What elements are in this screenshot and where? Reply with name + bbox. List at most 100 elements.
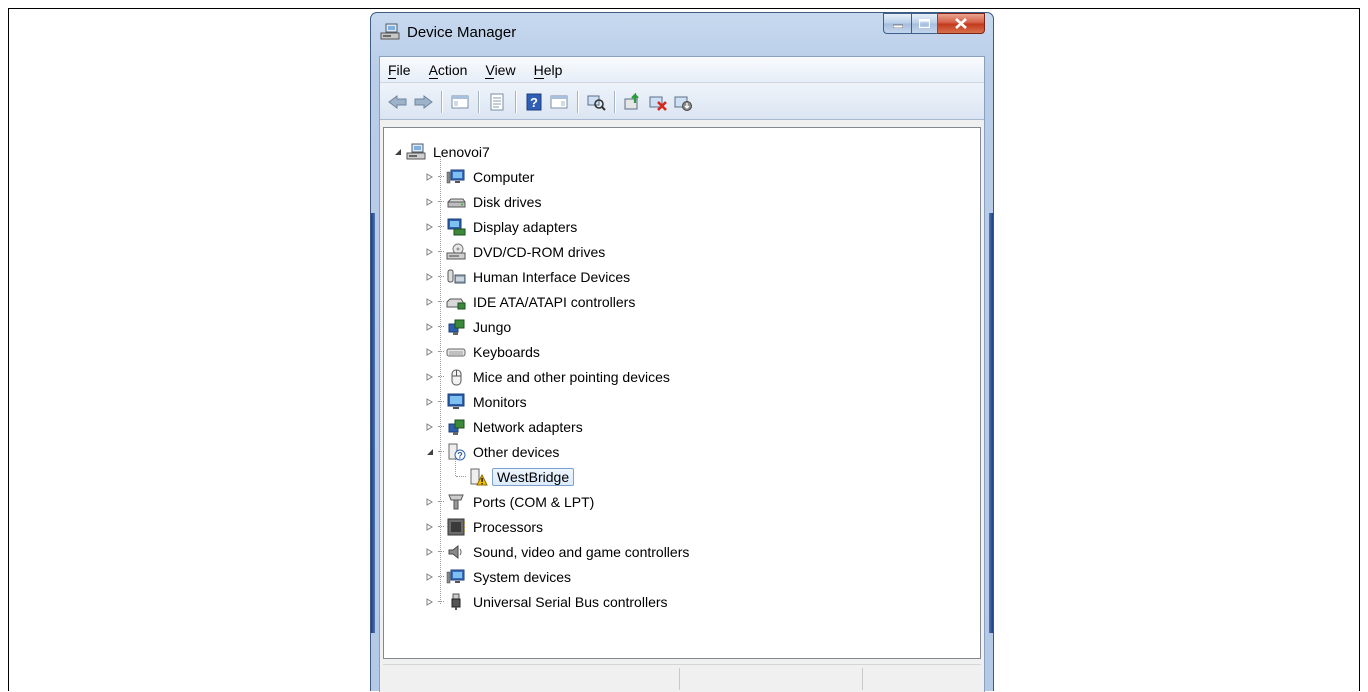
expand-icon[interactable] (424, 296, 436, 308)
expand-icon[interactable] (424, 271, 436, 283)
menu-help[interactable]: Help (533, 62, 562, 79)
back-button[interactable] (386, 90, 410, 114)
device-manager-window: Device Manager File Action View Help ? L… (370, 12, 994, 692)
update-driver-icon (624, 92, 639, 109)
tree-connector (438, 226, 444, 228)
menu-view[interactable]: View (485, 61, 516, 79)
uninstall-icon (649, 96, 667, 111)
tree-connector (438, 351, 444, 353)
tree-connector (438, 451, 444, 453)
collapse-icon[interactable] (424, 446, 436, 458)
tree-connector (438, 551, 444, 553)
ide-controller-icon (446, 293, 466, 311)
monitor-icon (446, 393, 466, 411)
tree-connector (438, 251, 444, 253)
tree-node-label: Ports (COM & LPT) (473, 494, 595, 510)
forward-button[interactable] (411, 90, 435, 114)
menu-file[interactable]: File (388, 62, 411, 79)
computer-root-icon (406, 143, 426, 161)
human-interface-device-icon (446, 268, 466, 286)
keyboard-icon (446, 343, 466, 361)
status-panel-3 (862, 668, 863, 690)
tree-connector (438, 501, 444, 503)
expand-icon[interactable] (424, 521, 436, 533)
toolbar-separator (441, 90, 443, 113)
port-icon (446, 493, 466, 511)
properties-button[interactable] (485, 90, 509, 114)
mouse-icon (446, 368, 466, 386)
tree-node-system-devices[interactable]: System devices (424, 566, 574, 588)
uninstall-button[interactable] (646, 90, 670, 114)
tree-node-label: System devices (473, 569, 572, 585)
expand-icon[interactable] (424, 171, 436, 183)
tree-connector (438, 526, 444, 528)
computer-icon (446, 168, 466, 186)
title-bar[interactable]: Device Manager (371, 13, 993, 55)
expand-icon[interactable] (424, 321, 436, 333)
unknown-device-icon: ? (446, 443, 466, 461)
tree-node-dvd-cd-rom-drives[interactable]: DVD/CD-ROM drives (424, 241, 608, 263)
window-border-right (989, 213, 993, 633)
tree-node-monitors[interactable]: Monitors (424, 391, 530, 413)
toolbar-separator (577, 90, 579, 113)
menu-action[interactable]: Action (428, 62, 467, 79)
toolbar-separator (478, 90, 480, 113)
expand-icon[interactable] (424, 421, 436, 433)
caption-buttons (883, 13, 985, 35)
tree-connector (456, 476, 466, 478)
help-button[interactable]: ? (522, 90, 546, 114)
back-icon (388, 94, 407, 109)
maximize-button[interactable] (911, 13, 938, 34)
expand-icon[interactable] (424, 546, 436, 558)
toolbar-separator (515, 90, 517, 113)
expand-icon[interactable] (424, 571, 436, 583)
scan-hardware-icon (587, 95, 606, 111)
toolbar: ? (380, 84, 984, 120)
expand-icon[interactable] (424, 496, 436, 508)
tree-node-label: IDE ATA/ATAPI controllers (473, 294, 636, 310)
expand-icon[interactable] (424, 346, 436, 358)
tree-node-sound-video[interactable]: Sound, video and game controllers (424, 541, 692, 563)
close-button[interactable] (938, 13, 985, 34)
tree-node-mice[interactable]: Mice and other pointing devices (424, 366, 673, 388)
menu-view-label: View (485, 61, 516, 78)
disable-button[interactable] (671, 90, 695, 114)
menu-bar: File Action View Help (380, 57, 984, 83)
tree-node-human-interface-devices[interactable]: Human Interface Devices (424, 266, 633, 288)
minimize-button[interactable] (883, 13, 911, 34)
show-hide-action-pane-button[interactable] (547, 90, 571, 114)
tree-node-jungo[interactable]: Jungo (424, 316, 514, 338)
warning-device-icon (468, 468, 488, 486)
tree-node-keyboards[interactable]: Keyboards (424, 341, 543, 363)
tree-node-computer[interactable]: Computer (424, 166, 537, 188)
expand-icon[interactable] (424, 246, 436, 258)
tree-node-display-adapters[interactable]: Display adapters (424, 216, 580, 238)
collapse-icon[interactable] (392, 146, 404, 158)
tree-node-network-adapters[interactable]: Network adapters (424, 416, 586, 438)
expand-icon[interactable] (424, 196, 436, 208)
tree-node-processors[interactable]: Processors (424, 516, 546, 538)
processor-icon (446, 518, 466, 536)
close-icon (955, 18, 967, 29)
scan-hardware-button[interactable] (584, 90, 608, 114)
tree-node-label: Processors (473, 519, 544, 535)
tree-node-label: Sound, video and game controllers (473, 544, 690, 560)
tree-node-ide-ata-atapi-controllers[interactable]: IDE ATA/ATAPI controllers (424, 291, 638, 313)
tree-node-usb-controllers[interactable]: Universal Serial Bus controllers (424, 591, 671, 613)
tree-root[interactable]: Lenovoi7 (392, 141, 493, 163)
expand-icon[interactable] (424, 371, 436, 383)
tree-node-label: Monitors (473, 394, 527, 410)
tree-node-other-devices[interactable]: ? Other devices (424, 441, 562, 463)
expand-icon[interactable] (424, 396, 436, 408)
tree-connector (438, 201, 444, 203)
disk-drive-icon (446, 193, 466, 211)
expand-icon[interactable] (424, 596, 436, 608)
show-hide-console-tree-button[interactable] (448, 90, 472, 114)
tree-node-westbridge[interactable]: WestBridge (456, 466, 575, 488)
expand-icon[interactable] (424, 221, 436, 233)
usb-icon (446, 593, 466, 611)
toolbar-separator (614, 90, 616, 113)
tree-node-disk-drives[interactable]: Disk drives (424, 191, 544, 213)
update-driver-button[interactable] (621, 90, 645, 114)
tree-node-ports[interactable]: Ports (COM & LPT) (424, 491, 597, 513)
